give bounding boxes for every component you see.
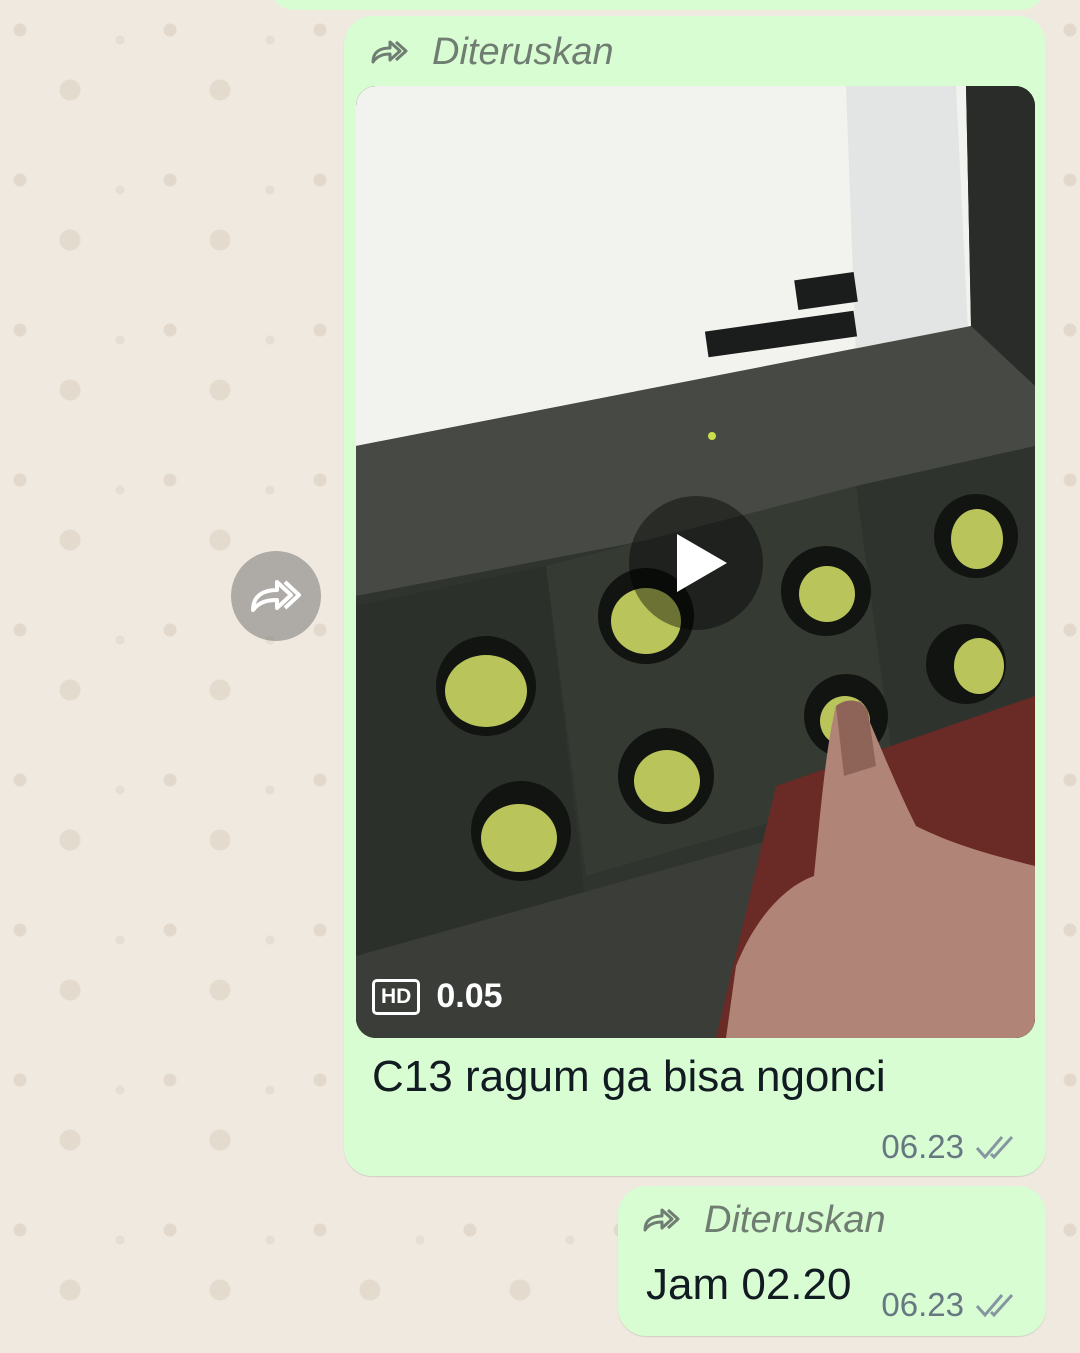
forwarded-label: Diteruskan [704,1198,886,1241]
forwarded-indicator: Diteruskan [370,30,614,74]
play-icon [677,534,727,592]
message-time: 06.23 [881,1128,964,1165]
forwarded-icon [643,1208,680,1232]
message-meta: 06.23 [881,1128,1020,1166]
play-button[interactable] [629,496,763,630]
double-check-icon [975,1135,1014,1160]
message-caption: C13 ragum ga bisa ngonci [372,1052,886,1101]
forwarded-icon [371,40,408,64]
forward-button[interactable] [231,551,321,641]
message-time: 06.23 [881,1286,964,1323]
video-duration: 0.05 [436,977,503,1015]
forwarded-indicator: Diteruskan [642,1198,886,1242]
double-check-icon [975,1293,1014,1318]
video-info: HD 0.05 [372,977,503,1016]
video-thumbnail[interactable]: HD 0.05 [356,86,1035,1038]
forward-icon [251,580,301,612]
previous-message-bubble-edge [270,0,1045,10]
forwarded-label: Diteruskan [432,30,614,73]
message-bubble-text[interactable]: Diteruskan Jam 02.20 06.23 [618,1186,1046,1336]
message-meta: 06.23 [881,1286,1020,1324]
message-text: Jam 02.20 [646,1260,852,1309]
message-bubble-video[interactable]: Diteruskan HD 0.05 C13 ragum ga bisa ngo… [344,16,1046,1176]
hd-badge: HD [372,978,421,1015]
